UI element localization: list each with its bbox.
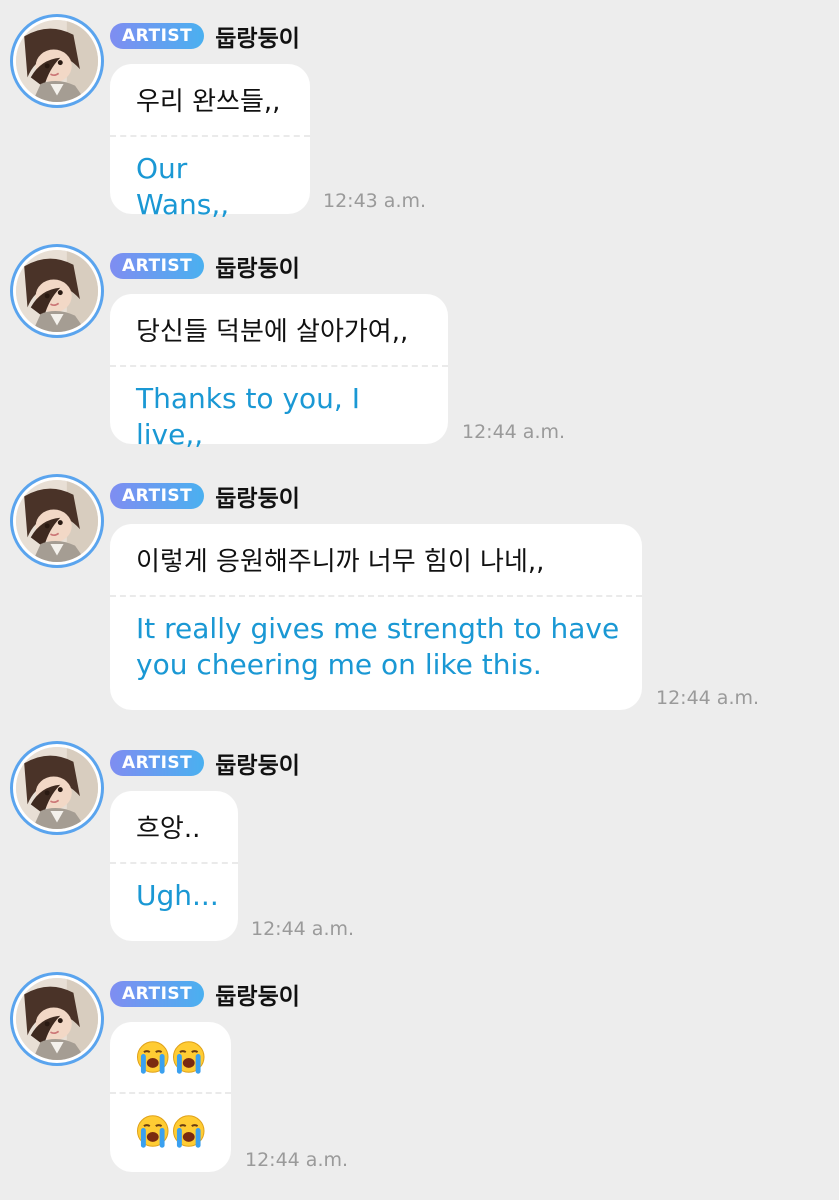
- original-text: 우리 완쓰들,,: [136, 87, 281, 117]
- translation-text: Our Wans,,: [136, 152, 230, 221]
- emoji-group: [136, 1040, 205, 1076]
- sender-name[interactable]: 둡랑둥이: [215, 249, 300, 283]
- message-bubble[interactable]: 당신들 덕분에 살아가여,, Thanks to you, I live,,: [110, 294, 448, 451]
- avatar[interactable]: [10, 474, 104, 568]
- sender-name[interactable]: 둡랑둥이: [215, 19, 300, 53]
- chat-message: ARTIST 둡랑둥이 우리 완쓰들,, Our Wans,, 12:43 a.…: [0, 14, 839, 221]
- artist-badge: ARTIST: [110, 253, 205, 279]
- loudly-crying-face-icon: [172, 1115, 205, 1148]
- translation-line: you cheering me on like this.: [136, 648, 542, 681]
- artist-badge: ARTIST: [110, 750, 205, 776]
- avatar[interactable]: [10, 972, 104, 1066]
- message-bubble[interactable]: 흐앙.. Ugh...: [110, 791, 238, 941]
- original-emoji-row: [136, 1022, 205, 1092]
- artist-badge: ARTIST: [110, 483, 205, 509]
- chat-message: ARTIST 둡랑둥이 당신들 덕분에 살아가여,, Thanks to you…: [0, 244, 839, 451]
- avatar-photo: [16, 250, 98, 332]
- timestamp: 12:44 a.m.: [245, 1149, 349, 1171]
- sender-name[interactable]: 둡랑둥이: [215, 746, 300, 780]
- translation-emoji-row: [136, 1094, 205, 1166]
- avatar-photo: [16, 747, 98, 829]
- sender-name[interactable]: 둡랑둥이: [215, 977, 300, 1011]
- message-header: ARTIST 둡랑둥이: [110, 249, 300, 283]
- avatar[interactable]: [10, 244, 104, 338]
- timestamp: 12:44 a.m.: [251, 918, 355, 940]
- original-text: 이렇게 응원해주니까 너무 힘이 나네,,: [136, 547, 545, 577]
- translation-line: It really gives me strength to have: [136, 612, 620, 645]
- avatar-photo: [16, 480, 98, 562]
- avatar-photo: [16, 20, 98, 102]
- message-bubble[interactable]: [110, 1022, 231, 1172]
- loudly-crying-face-icon: [136, 1115, 169, 1148]
- original-text: 당신들 덕분에 살아가여,,: [136, 317, 409, 347]
- translation-text: Thanks to you, I live,,: [136, 382, 360, 451]
- sender-name[interactable]: 둡랑둥이: [215, 479, 300, 513]
- chat-message: ARTIST 둡랑둥이 12:44 a.m.: [0, 972, 839, 1172]
- chat-message: ARTIST 둡랑둥이 이렇게 응원해주니까 너무 힘이 나네,, It rea…: [0, 474, 839, 714]
- message-header: ARTIST 둡랑둥이: [110, 746, 300, 780]
- timestamp: 12:43 a.m.: [323, 190, 427, 212]
- message-bubble[interactable]: 이렇게 응원해주니까 너무 힘이 나네,, It really gives me…: [110, 524, 642, 710]
- loudly-crying-face-icon: [172, 1041, 205, 1074]
- chat-message: ARTIST 둡랑둥이 흐앙.. Ugh... 12:44 a.m.: [0, 741, 839, 941]
- artist-badge: ARTIST: [110, 23, 205, 49]
- translation-text: It really gives me strength to have you …: [136, 597, 620, 701]
- avatar[interactable]: [10, 14, 104, 108]
- timestamp: 12:44 a.m.: [656, 687, 760, 709]
- avatar[interactable]: [10, 741, 104, 835]
- translation-text: Ugh...: [136, 879, 219, 912]
- original-text: 흐앙..: [136, 814, 201, 844]
- message-bubble[interactable]: 우리 완쓰들,, Our Wans,,: [110, 64, 310, 221]
- message-header: ARTIST 둡랑둥이: [110, 19, 300, 53]
- loudly-crying-face-icon: [136, 1041, 169, 1074]
- avatar-photo: [16, 978, 98, 1060]
- timestamp: 12:44 a.m.: [462, 421, 566, 443]
- artist-badge: ARTIST: [110, 981, 205, 1007]
- emoji-group: [136, 1114, 205, 1150]
- message-header: ARTIST 둡랑둥이: [110, 977, 300, 1011]
- message-header: ARTIST 둡랑둥이: [110, 479, 300, 513]
